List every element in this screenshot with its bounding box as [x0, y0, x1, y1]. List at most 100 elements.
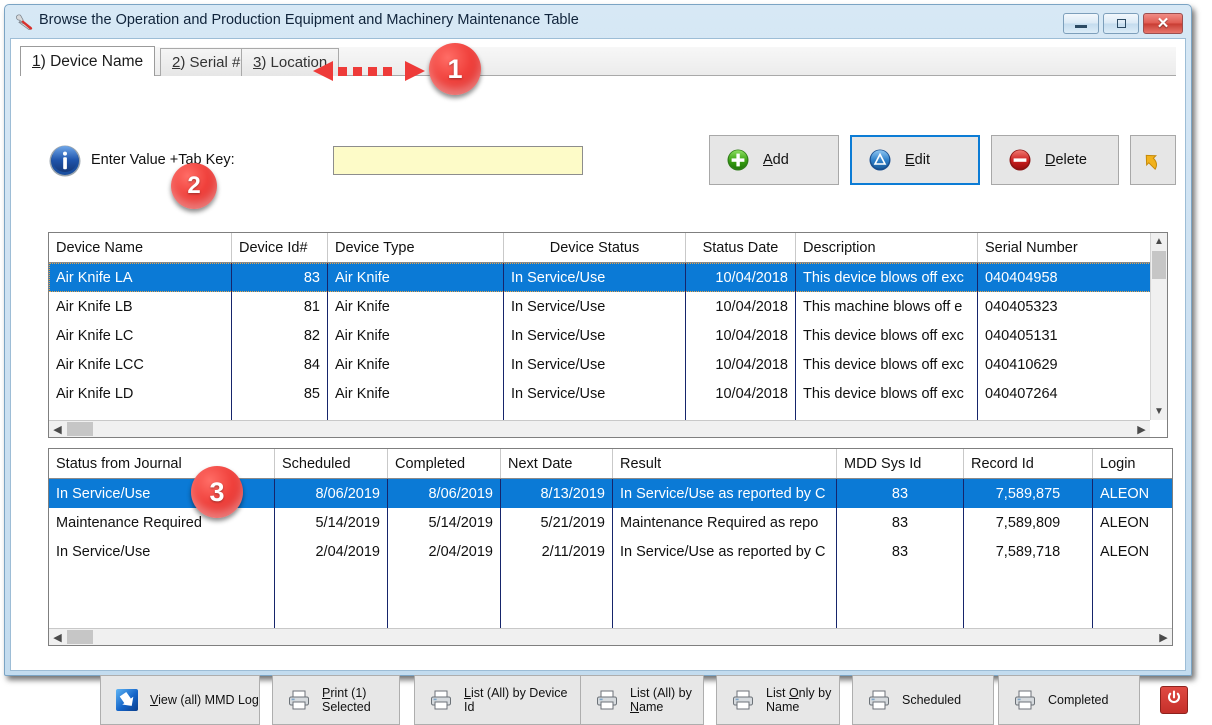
scroll-left-icon[interactable]: ◀	[49, 421, 66, 437]
table-row[interactable]: Air Knife LCC 84 Air Knife In Service/Us…	[49, 350, 1167, 379]
cell-device-name: Air Knife LB	[49, 292, 232, 321]
col-scheduled[interactable]: Scheduled	[275, 449, 388, 478]
minimize-button[interactable]	[1063, 13, 1099, 34]
completed-button[interactable]: Completed	[998, 675, 1140, 725]
printer-icon	[731, 688, 755, 712]
list-all-by-device-id-button[interactable]: List (All) by Device Id	[414, 675, 582, 725]
scroll-left-icon[interactable]: ◀	[49, 629, 66, 645]
print-selected-button[interactable]: Print (1) Selected	[272, 675, 400, 725]
table-row[interactable]: In Service/Use 2/04/2019 2/04/2019 2/11/…	[49, 537, 1172, 566]
delete-rest: elete	[1055, 152, 1086, 168]
cell-device-id: 82	[232, 321, 328, 350]
scroll-right-icon[interactable]: ▶	[1155, 629, 1172, 645]
cell-device-id: 83	[232, 263, 328, 292]
col-description[interactable]: Description	[796, 233, 978, 262]
add-button-label: AAdddd	[763, 152, 789, 168]
bb0-rest: iew (all) MMD Log	[158, 693, 259, 707]
col-device-id[interactable]: Device Id#	[232, 233, 328, 262]
table-row[interactable]: Air Knife LB 81 Air Knife In Service/Use…	[49, 292, 1167, 321]
scroll-down-icon[interactable]: ▼	[1151, 403, 1167, 420]
scroll-right-icon[interactable]: ▶	[1133, 421, 1150, 437]
cell-login: ALEON	[1093, 537, 1172, 566]
cell-result: In Service/Use as reported by C	[613, 479, 837, 508]
cell-device-status: In Service/Use	[504, 321, 686, 350]
annotation-badge-1: 1	[429, 43, 481, 95]
client-area: 1) Device Name 2) Serial # 3) Location	[10, 38, 1186, 671]
view-all-mmd-log-label: View (all) MMD Log	[150, 693, 259, 707]
col-status-from-journal[interactable]: Status from Journal	[49, 449, 275, 478]
cell-device-status: In Service/Use	[504, 379, 686, 408]
col-result[interactable]: Result	[613, 449, 837, 478]
curved-arrow-icon	[1141, 148, 1165, 172]
cell-record-id: 7,589,718	[964, 537, 1093, 566]
cell-completed: 2/04/2019	[388, 537, 501, 566]
printer-icon	[287, 688, 311, 712]
col-next-date[interactable]: Next Date	[501, 449, 613, 478]
list-only-by-name-button[interactable]: List Only by Name	[716, 675, 840, 725]
delete-button[interactable]: Delete	[991, 135, 1119, 185]
horizontal-scroll-thumb[interactable]	[67, 630, 93, 644]
horizontal-scroll-thumb[interactable]	[67, 422, 93, 436]
device-grid[interactable]: Device Name Device Id# Device Type Devic…	[48, 232, 1168, 438]
col-login[interactable]: Login	[1093, 449, 1172, 478]
scheduled-button[interactable]: Scheduled	[852, 675, 994, 725]
vertical-scroll-thumb[interactable]	[1152, 251, 1166, 279]
col-device-name[interactable]: Device Name	[49, 233, 232, 262]
cell-status-date: 10/04/2018	[686, 321, 796, 350]
bb2-line2: Id	[464, 700, 474, 714]
cell-device-type: Air Knife	[328, 321, 504, 350]
cell-device-name: Air Knife LCC	[49, 350, 232, 379]
tab-location-accel: 3	[253, 54, 261, 71]
col-mdd-sys-id[interactable]: MDD Sys Id	[837, 449, 964, 478]
cell-mdd-sys-id: 83	[837, 479, 964, 508]
completed-label: Completed	[1048, 693, 1108, 707]
cell-status-date: 10/04/2018	[686, 292, 796, 321]
col-device-type[interactable]: Device Type	[328, 233, 504, 262]
cell-status-date: 10/04/2018	[686, 263, 796, 292]
device-grid-vertical-scrollbar[interactable]: ▲ ▼	[1150, 233, 1167, 420]
table-row[interactable]: Air Knife LC 82 Air Knife In Service/Use…	[49, 321, 1167, 350]
search-label: Enter Value +Tab Key:	[91, 152, 235, 168]
cell-device-id: 81	[232, 292, 328, 321]
cell-status-from-journal: Maintenance Required	[49, 508, 275, 537]
tab-serial-number[interactable]: 2) Serial #	[160, 48, 252, 76]
cell-login: ALEON	[1093, 508, 1172, 537]
cell-description: This device blows off exc	[796, 321, 978, 350]
scroll-up-icon[interactable]: ▲	[1151, 233, 1167, 250]
table-row[interactable]: Air Knife LA 83 Air Knife In Service/Use…	[49, 263, 1167, 292]
journal-grid-horizontal-scrollbar[interactable]: ◀ ▶	[49, 628, 1172, 645]
cell-description: This device blows off exc	[796, 379, 978, 408]
maximize-button[interactable]	[1103, 13, 1139, 34]
device-grid-header: Device Name Device Id# Device Type Devic…	[49, 233, 1167, 263]
cell-device-name: Air Knife LD	[49, 379, 232, 408]
col-completed[interactable]: Completed	[388, 449, 501, 478]
edit-button[interactable]: Edit	[850, 135, 980, 185]
col-status-date[interactable]: Status Date	[686, 233, 796, 262]
table-row[interactable]: Air Knife LD 85 Air Knife In Service/Use…	[49, 379, 1167, 408]
tab-device-name-label: ) Device Name	[41, 53, 144, 71]
cell-device-status: In Service/Use	[504, 263, 686, 292]
cell-next-date: 2/11/2019	[501, 537, 613, 566]
search-input[interactable]	[333, 146, 583, 175]
bb2-rest: ist (All) by Device	[471, 686, 568, 700]
refresh-button[interactable]	[1130, 135, 1176, 185]
device-grid-horizontal-scrollbar[interactable]: ◀ ▶	[49, 420, 1150, 437]
device-grid-body: Air Knife LA 83 Air Knife In Service/Use…	[49, 263, 1167, 421]
col-serial-number[interactable]: Serial Number	[978, 233, 1152, 262]
add-button[interactable]: AAdddd	[709, 135, 839, 185]
cell-description: This device blows off exc	[796, 350, 978, 379]
close-exit-button[interactable]	[1160, 686, 1188, 714]
tab-strip: 1) Device Name 2) Serial # 3) Location	[20, 47, 1176, 76]
bb1-line2: Selected	[322, 700, 371, 714]
window-title: Browse the Operation and Production Equi…	[39, 12, 579, 28]
view-all-mmd-log-button[interactable]: View (all) MMD Log	[100, 675, 260, 725]
title-bar: Browse the Operation and Production Equi…	[5, 5, 1191, 38]
annotation-arrow	[313, 59, 425, 83]
list-only-by-name-label: List Only by Name	[766, 686, 831, 714]
col-record-id[interactable]: Record Id	[964, 449, 1093, 478]
list-all-by-name-button[interactable]: List (All) by Name	[580, 675, 704, 725]
close-button[interactable]: ✕	[1143, 13, 1183, 34]
tab-device-name[interactable]: 1) Device Name	[20, 46, 155, 76]
col-device-status[interactable]: Device Status	[504, 233, 686, 262]
download-arrow-icon	[115, 688, 139, 712]
